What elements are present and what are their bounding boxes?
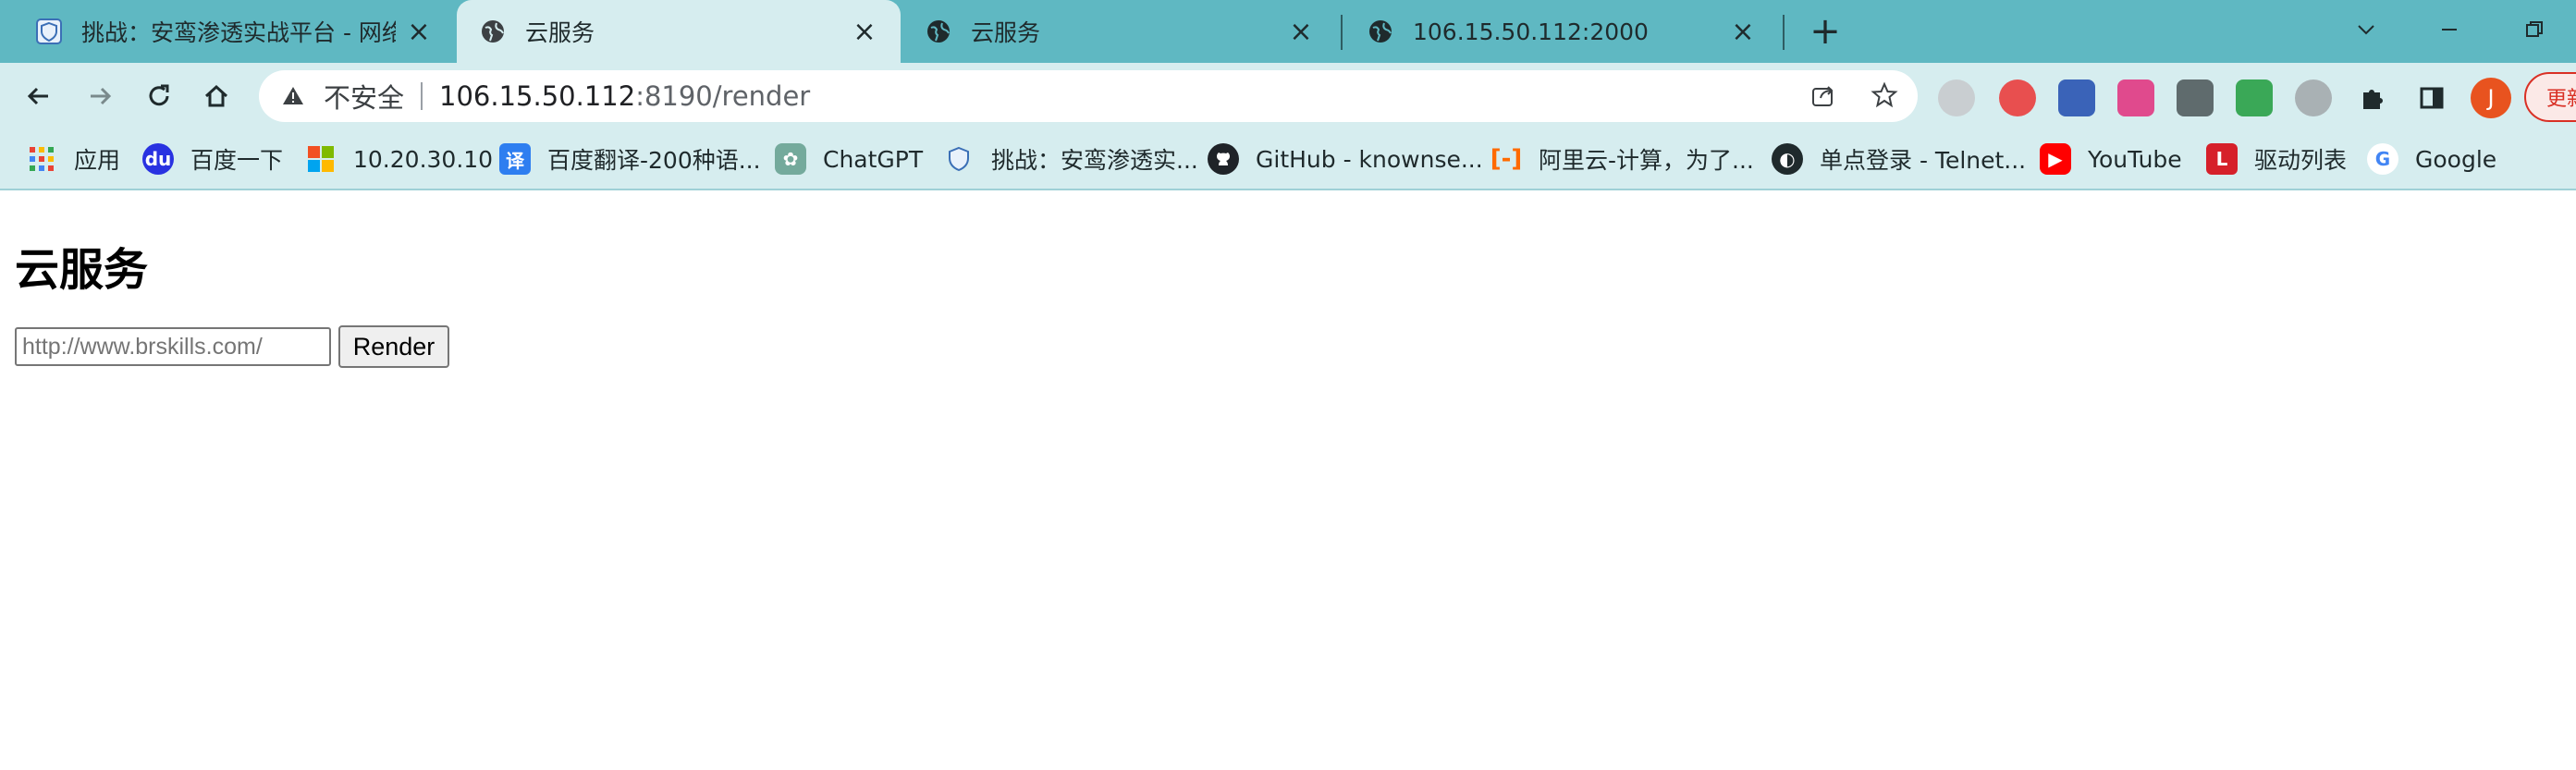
minimize-icon[interactable] — [2426, 9, 2472, 50]
tab-separator — [1341, 15, 1343, 50]
bookmark-aliyun[interactable]: [-] 阿里云-计算，为了... — [1490, 139, 1754, 179]
url-host: 106.15.50.112 — [439, 80, 636, 112]
tab-cloud-service-active[interactable]: 云服务 × — [457, 0, 901, 63]
back-arrow-icon[interactable] — [18, 76, 59, 116]
close-tab-icon[interactable]: × — [1729, 16, 1757, 48]
telnet-icon: ◐ — [1772, 143, 1803, 175]
windows-icon — [305, 143, 337, 175]
bookmark-label: 百度一下 — [190, 147, 284, 174]
close-tab-icon[interactable]: × — [405, 16, 433, 48]
google-icon: G — [2367, 143, 2398, 175]
tab-title: 挑战：安鸾渗透实战平台 - 网络安 — [81, 19, 396, 46]
bookmark-label: 应用 — [74, 147, 121, 174]
extensions-puzzle-icon[interactable] — [2354, 79, 2391, 116]
bookmark-youtube[interactable]: ▶ YouTube — [2040, 139, 2182, 179]
share-icon[interactable] — [1803, 75, 1844, 116]
shield-icon — [35, 18, 63, 45]
tab-search-chevron-icon[interactable] — [2343, 9, 2389, 50]
extension-copy-icon[interactable] — [2177, 79, 2214, 116]
tab-port-2000[interactable]: 106.15.50.112:2000 × — [1344, 0, 1779, 63]
render-button[interactable]: Render — [338, 325, 449, 368]
restore-window-icon[interactable] — [2511, 9, 2558, 50]
reload-icon[interactable] — [139, 76, 179, 116]
home-icon[interactable] — [196, 76, 237, 116]
extension-cookie-icon[interactable] — [1999, 79, 2036, 116]
extension-shield-check-icon[interactable] — [2236, 79, 2273, 116]
globe-icon — [1367, 18, 1394, 45]
translate-icon: 译 — [499, 143, 531, 175]
bookmark-10-20-30-10[interactable]: 10.20.30.10 — [305, 139, 493, 179]
tab-separator — [1783, 15, 1785, 50]
tab-title: 云服务 — [971, 19, 1041, 46]
tab-title: 106.15.50.112:2000 — [1413, 18, 1649, 45]
bookmark-label: 挑战：安鸾渗透实... — [991, 147, 1198, 174]
side-panel-icon[interactable] — [2413, 79, 2450, 116]
extension-fan-icon[interactable] — [2295, 79, 2332, 116]
bookmark-chatgpt[interactable]: ✿ ChatGPT — [775, 139, 923, 179]
bookmark-label: 单点登录 - Telnet... — [1820, 147, 2027, 174]
not-secure-warning-icon[interactable] — [279, 82, 307, 110]
bookmark-baidu-translate[interactable]: 译 百度翻译-200种语... — [499, 139, 761, 179]
shield-icon — [943, 143, 975, 175]
profile-avatar[interactable]: J — [2471, 78, 2511, 118]
close-tab-icon[interactable]: × — [851, 16, 878, 48]
address-bar[interactable]: 不安全 106.15.50.112:8190/render — [259, 70, 1918, 122]
page-content: 云服务 Render — [0, 190, 2576, 770]
driver-icon: L — [2206, 143, 2238, 175]
page-title: 云服务 — [15, 246, 149, 295]
apps-grid-icon — [26, 143, 57, 175]
extension-translate-icon[interactable] — [2117, 79, 2154, 116]
forward-arrow-icon[interactable] — [80, 76, 120, 116]
github-icon — [1208, 143, 1239, 175]
chatgpt-icon: ✿ — [775, 143, 806, 175]
extension-globe-icon[interactable] — [1938, 79, 1975, 116]
bookmark-label: 驱动列表 — [2254, 147, 2348, 174]
tab-title: 云服务 — [525, 19, 595, 46]
youtube-icon: ▶ — [2040, 143, 2071, 175]
bookmark-telnet-sso[interactable]: ◐ 单点登录 - Telnet... — [1772, 139, 2026, 179]
baidu-icon: du — [142, 143, 174, 175]
close-tab-icon[interactable]: × — [1287, 16, 1315, 48]
bookmark-github[interactable]: GitHub - knownse... — [1208, 139, 1483, 179]
bookmark-star-icon[interactable] — [1864, 75, 1905, 116]
security-label: 不安全 — [324, 82, 405, 114]
bookmark-label: YouTube — [2088, 145, 2182, 173]
globe-icon — [925, 18, 952, 45]
url-input[interactable] — [15, 327, 331, 366]
update-button[interactable]: 更新 — [2524, 72, 2576, 122]
tab-cloud-service[interactable]: 云服务 × — [902, 0, 1337, 63]
omnibox-divider — [421, 82, 423, 110]
bookmark-google[interactable]: G Google — [2367, 139, 2496, 179]
url-path: :8190/render — [635, 80, 811, 112]
bookmark-label: 10.20.30.10 — [353, 145, 494, 173]
bookmark-driver-list[interactable]: L 驱动列表 — [2206, 139, 2347, 179]
aliyun-icon: [-] — [1490, 145, 1523, 173]
bookmark-apps[interactable]: 应用 — [26, 139, 120, 179]
bookmark-anluan[interactable]: 挑战：安鸾渗透实... — [943, 139, 1198, 179]
bookmark-baidu[interactable]: du 百度一下 — [142, 139, 283, 179]
bookmark-label: GitHub - knownse... — [1256, 145, 1483, 173]
bookmark-label: Google — [2415, 145, 2497, 173]
bookmark-label: 阿里云-计算，为了... — [1539, 147, 1754, 174]
extension-save-icon[interactable] — [2058, 79, 2095, 116]
tab-strip: 挑战：安鸾渗透实战平台 - 网络安 × 云服务 × 云服务 × 106.15.5… — [0, 0, 2576, 63]
globe-icon — [479, 18, 507, 45]
new-tab-button[interactable]: + — [1805, 10, 1846, 53]
tab-anluan[interactable]: 挑战：安鸾渗透实战平台 - 网络安 × — [13, 0, 455, 63]
bookmark-label: ChatGPT — [823, 145, 924, 173]
bookmarks-bar: 应用 du 百度一下 10.20.30.10 译 百度翻译-200种语... ✿… — [0, 129, 2576, 190]
bookmark-label: 百度翻译-200种语... — [547, 147, 761, 174]
